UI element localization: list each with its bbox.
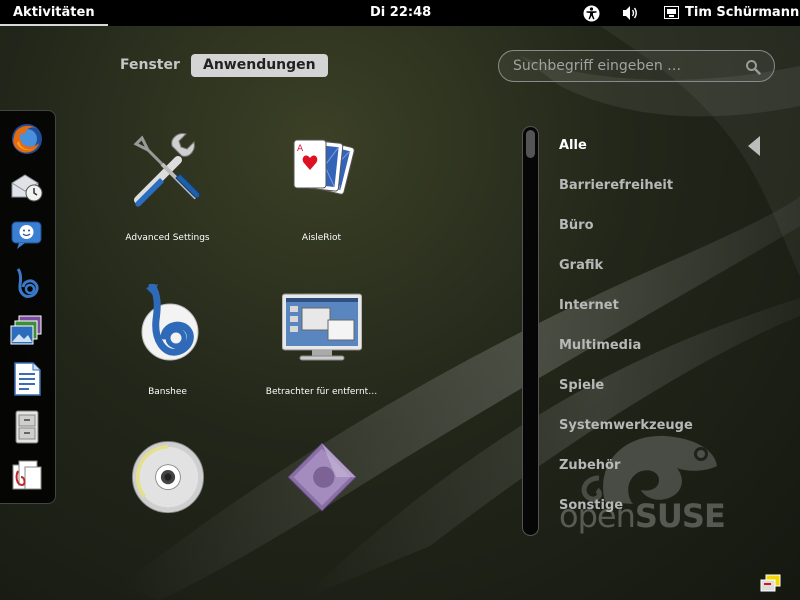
app-label: AisleRiot bbox=[301, 233, 342, 243]
clock[interactable]: Di 22:48 bbox=[370, 0, 431, 26]
category-internet[interactable]: Internet bbox=[559, 296, 619, 316]
advanced-settings-icon bbox=[133, 133, 201, 207]
search-input[interactable] bbox=[513, 51, 743, 81]
tab-applications[interactable]: Anwendungen bbox=[191, 54, 328, 77]
scrollbar-thumb[interactable] bbox=[526, 130, 535, 158]
banshee-icon bbox=[141, 284, 199, 361]
user-status-icon bbox=[664, 6, 679, 19]
wordmark-open: open bbox=[559, 497, 636, 535]
dash bbox=[0, 110, 56, 504]
evolution-icon[interactable] bbox=[9, 169, 45, 205]
empathy-icon[interactable] bbox=[9, 217, 45, 253]
message-tray-icon[interactable] bbox=[760, 574, 782, 594]
remote-viewer-icon bbox=[282, 293, 362, 361]
inkscape-icon bbox=[287, 442, 357, 512]
app-remote-viewer[interactable]: Betrachter für entfernt… bbox=[244, 284, 399, 424]
volume-icon[interactable] bbox=[622, 5, 640, 21]
opensuse-wordmark: openSUSE bbox=[559, 497, 726, 535]
user-name: Tim Schürmann bbox=[685, 5, 800, 20]
tab-windows[interactable]: Fenster bbox=[112, 54, 188, 77]
app-advanced-settings[interactable]: Advanced Settings bbox=[90, 130, 245, 270]
category-spiele[interactable]: Spiele bbox=[559, 376, 604, 396]
svg-text:A: A bbox=[297, 144, 304, 154]
app-aisleriot[interactable]: A AisleRiot bbox=[244, 130, 399, 270]
search-box[interactable] bbox=[498, 50, 775, 82]
file-manager-icon[interactable] bbox=[9, 409, 45, 445]
app-label: Banshee bbox=[148, 387, 187, 397]
app-grid-scrollbar[interactable] bbox=[522, 126, 539, 536]
activities-button[interactable]: Aktivitäten bbox=[0, 0, 108, 26]
firefox-icon[interactable] bbox=[9, 121, 45, 157]
app-label: Betrachter für entfernt… bbox=[265, 387, 378, 397]
app-banshee[interactable]: Banshee bbox=[90, 284, 245, 424]
top-panel: Aktivitäten Di 22:48 Tim Schürmann bbox=[0, 0, 800, 26]
banshee-icon[interactable] bbox=[9, 265, 45, 301]
documents-icon[interactable] bbox=[9, 457, 45, 493]
selected-category-arrow-icon bbox=[748, 136, 760, 156]
libreoffice-writer-icon[interactable] bbox=[9, 361, 45, 397]
app-label: Advanced Settings bbox=[125, 233, 210, 243]
accessibility-icon[interactable] bbox=[583, 5, 600, 22]
category-grafik[interactable]: Grafik bbox=[559, 256, 603, 276]
category-multimedia[interactable]: Multimedia bbox=[559, 336, 641, 356]
search-icon bbox=[746, 60, 761, 75]
aisleriot-icon: A bbox=[293, 139, 355, 195]
category-alle[interactable]: Alle bbox=[559, 136, 587, 156]
wordmark-suse: SUSE bbox=[634, 497, 726, 535]
app-brasero[interactable] bbox=[90, 438, 245, 578]
category-buero[interactable]: Büro bbox=[559, 216, 594, 236]
app-inkscape[interactable] bbox=[244, 438, 399, 578]
brasero-icon bbox=[132, 441, 204, 514]
shotwell-icon[interactable] bbox=[9, 313, 45, 349]
category-barrierefreiheit[interactable]: Barrierefreiheit bbox=[559, 176, 673, 196]
